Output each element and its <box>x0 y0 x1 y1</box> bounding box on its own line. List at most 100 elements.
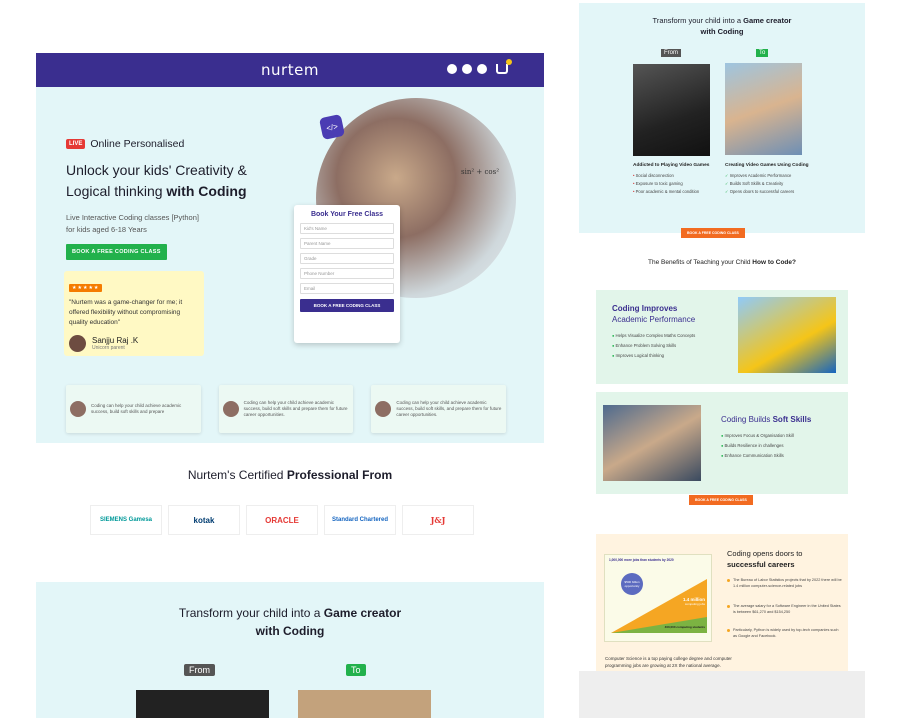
careers-card: 1,000,000 more jobs than students by 202… <box>596 534 848 694</box>
softskills-card-head: Coding Builds <box>721 415 773 424</box>
phone-field[interactable]: Phone Number <box>300 268 394 279</box>
kid-name-field[interactable]: Kid's Name <box>300 223 394 234</box>
panel-to-tag: To <box>756 49 769 57</box>
transform-title-bold1: Game creator <box>323 606 402 620</box>
hero-sub-line2: for kids aged 6-18 Years <box>66 225 147 234</box>
reviewer: Sanjju Raj .K Unicorn parent <box>69 335 199 352</box>
transform-title: Transform your child into a Game creator… <box>36 604 544 640</box>
reviewer-avatar <box>69 335 86 352</box>
softskills-card-head-bold: Soft Skills <box>772 415 812 424</box>
hero-title-line2: Logical thinking <box>66 183 167 199</box>
to-item: Opens doors to successful careers <box>725 188 835 196</box>
testimonial-avatar <box>375 401 392 417</box>
transform-section: Transform your child into a Game creator… <box>36 582 544 718</box>
benefit-item: Helps Visualize Complex Maths Concepts <box>612 331 696 341</box>
students-label: 400,000 computing students <box>664 625 705 629</box>
transform-title-part: Transform your child into a <box>178 606 324 620</box>
certified-title-bold: Professional From <box>286 468 393 482</box>
computing-jobs-label: 1.4 million computing jobs <box>683 597 705 606</box>
gaming-kid-photo <box>136 690 269 718</box>
benefits-title: The Benefits of Teaching your Child How … <box>579 259 865 266</box>
benefits-title-bold: How to Code? <box>752 259 796 266</box>
benefit-item: Enhance Communication Skills <box>721 451 811 461</box>
career-fact: Particularly, Python is widely used by t… <box>727 628 842 639</box>
certified-title-part: Nurtem's Certified <box>187 468 287 482</box>
benefit-item: Improves Focus & Organisation Skill <box>721 431 811 441</box>
hero-sub-line1: Live Interactive Coding classes [Python] <box>66 213 199 222</box>
book-free-class-button[interactable]: BOOK A FREE CODING CLASS <box>66 244 167 260</box>
panel-transform-title-part: Transform your child into a <box>652 16 744 25</box>
code-icon: </> <box>318 113 346 141</box>
testimonial-text: Coding can help your child achieve acade… <box>243 400 348 417</box>
standard-chartered-logo: Standard Chartered <box>324 505 396 535</box>
hero-subtitle: Live Interactive Coding classes [Python]… <box>66 212 306 236</box>
hero-title-bold: with Coding <box>166 183 247 199</box>
parent-name-field[interactable]: Parent Name <box>300 238 394 249</box>
opportunity-bubble: $500 billion opportunity <box>621 573 643 595</box>
grade-field[interactable]: Grade <box>300 253 394 264</box>
panel-book-button-2[interactable]: BOOK A FREE CODING CLASS <box>689 495 753 505</box>
career-fact: The Bureau of Labor Statistics projects … <box>727 578 842 589</box>
transform-title-bold2: with Coding <box>255 624 325 638</box>
to-tag: To <box>346 664 366 676</box>
hero-text: LIVE Online Personalised Unlock your kid… <box>66 138 306 260</box>
reviewer-name: Sanjju Raj .K <box>92 336 139 345</box>
testimonial-avatar <box>222 401 239 417</box>
panel-from-tag: From <box>661 49 681 57</box>
twitter-icon[interactable] <box>462 64 472 74</box>
review-text: "Nurtem was a game-changer for me; it of… <box>69 299 183 326</box>
softskills-benefit-card: Coding Builds Soft Skills Improves Focus… <box>596 392 848 505</box>
computing-jobs-sub: computing jobs <box>684 602 705 606</box>
form-submit-button[interactable]: BOOK A FREE CODING CLASS <box>300 299 394 312</box>
hero-title-line1: Unlock your kids' Creativity & <box>66 162 247 178</box>
softskills-card-list: Improves Focus & Organisation Skill Buil… <box>721 431 811 461</box>
page-canvas: nurtem LIVE Online Personalised Unlock y… <box>0 0 900 718</box>
live-label: Online Personalised <box>90 138 185 150</box>
testimonial-card: Coding can help your child achieve acade… <box>66 385 201 433</box>
to-heading: Creating Video Games Using Coding <box>725 163 809 168</box>
academic-card-list: Helps Visualize Complex Maths Concepts E… <box>612 331 696 361</box>
careers-title: Coding opens doors to successful careers <box>727 548 802 570</box>
to-item: Builds Soft Skills & Creativity <box>725 180 835 188</box>
oracle-logo: ORACLE <box>246 505 318 535</box>
youtube-icon[interactable] <box>477 64 487 74</box>
to-item: Improves Academic Performance <box>725 172 835 180</box>
right-preview-panel: Transform your child into a Game creator… <box>579 3 865 718</box>
panel-footer-strip <box>579 671 865 718</box>
testimonial-avatar <box>70 401 86 417</box>
testimonial-text: Coding can help your child achieve acade… <box>91 403 182 414</box>
panel-transform-title-bold2: with Coding <box>700 27 744 36</box>
from-tag: From <box>184 664 215 676</box>
panel-coding-kid-photo <box>725 63 802 155</box>
live-badge: LIVE <box>66 139 86 149</box>
nurtem-logo[interactable]: nurtem <box>261 61 319 79</box>
landing-section: nurtem LIVE Online Personalised Unlock y… <box>36 53 544 443</box>
reviewer-role: Unicorn parent <box>92 345 125 351</box>
certified-title: Nurtem's Certified Professional From <box>36 468 544 482</box>
softskills-card-heading: Coding Builds Soft Skills <box>721 414 811 425</box>
form-title: Book Your Free Class <box>310 211 384 218</box>
cart-icon[interactable] <box>496 59 512 74</box>
academic-card-head2: Academic Performance <box>612 315 696 324</box>
jobs-chart: 1,000,000 more jobs than students by 202… <box>604 554 712 642</box>
partner-logos: SIEMENS Gamesa kotak ORACLE Standard Cha… <box>90 505 474 535</box>
careers-bottom-text: Computer Science is a top paying college… <box>605 656 732 668</box>
email-field[interactable]: Email <box>300 283 394 294</box>
panel-transform-title-bold1: Game creator <box>743 16 792 25</box>
testimonial-card: Coding can help your child achieve acade… <box>371 385 507 433</box>
johnson-logo: J&J <box>402 505 474 535</box>
benefit-item: Improves Logical thinking <box>612 351 695 361</box>
panel-book-button-1[interactable]: BOOK A FREE CODING CLASS <box>681 228 745 238</box>
top-icons <box>447 59 512 74</box>
academic-benefit-card: Coding Improves Academic Performance Help… <box>596 290 848 384</box>
formula-doodle: sin² + cos² <box>461 168 499 176</box>
graduate-kid-photo <box>738 297 836 373</box>
academic-card-head: Coding Improves <box>612 304 678 313</box>
panel-transform-section: Transform your child into a Game creator… <box>579 3 865 238</box>
facebook-icon[interactable] <box>447 64 457 74</box>
benefit-item: Enhance Problem Solving Skills <box>612 341 695 351</box>
coding-kid-photo <box>298 690 431 718</box>
careers-title-line1: Coding opens doors to <box>727 549 803 558</box>
hero-title: Unlock your kids' Creativity & Logical t… <box>66 160 306 202</box>
kotak-logo: kotak <box>168 505 240 535</box>
